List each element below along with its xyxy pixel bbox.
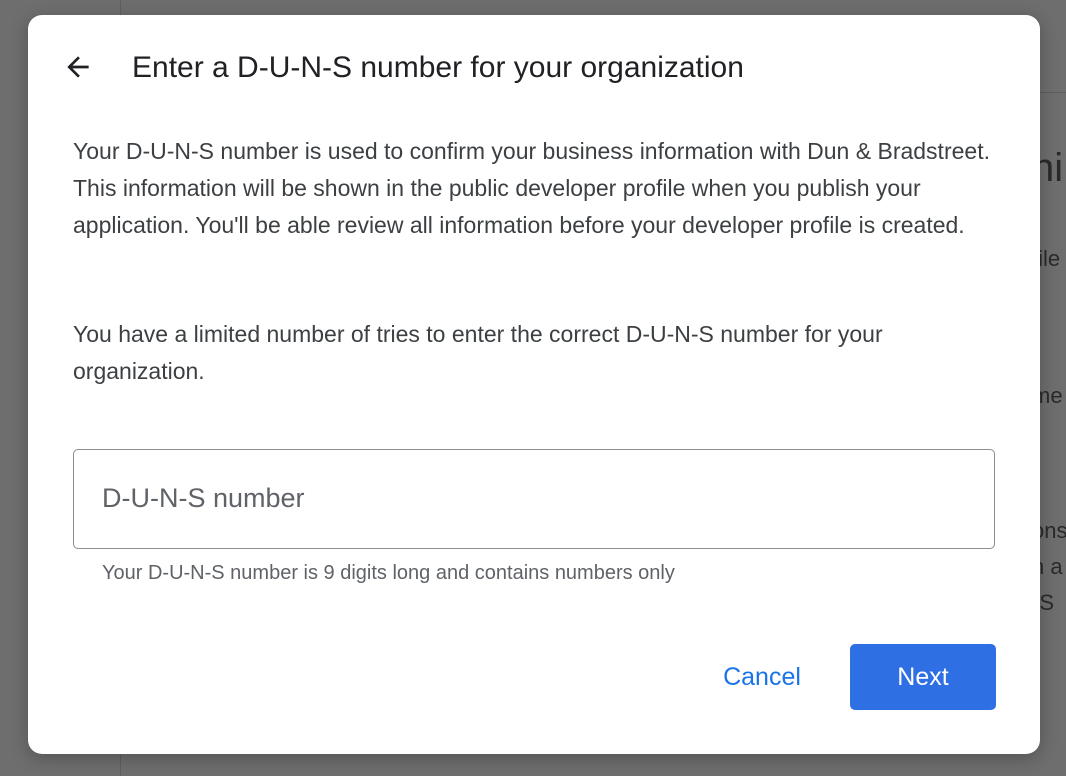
duns-helper-text: Your D-U-N-S number is 9 digits long and… [102,562,675,584]
arrow-left-icon [67,56,89,78]
duns-number-input[interactable] [102,450,962,547]
background-divider [1040,92,1066,93]
tries-warning-paragraph: You have a limited number of tries to en… [73,321,883,384]
cancel-button[interactable]: Cancel [700,645,824,709]
description-paragraph: Your D-U-N-S number is used to confirm y… [73,138,990,238]
back-button[interactable] [56,45,100,89]
next-button[interactable]: Next [850,644,996,710]
duns-dialog: Enter a D-U-N-S number for your organiza… [28,15,1040,754]
duns-input-container [73,449,995,549]
dialog-title: Enter a D-U-N-S number for your organiza… [132,51,744,84]
